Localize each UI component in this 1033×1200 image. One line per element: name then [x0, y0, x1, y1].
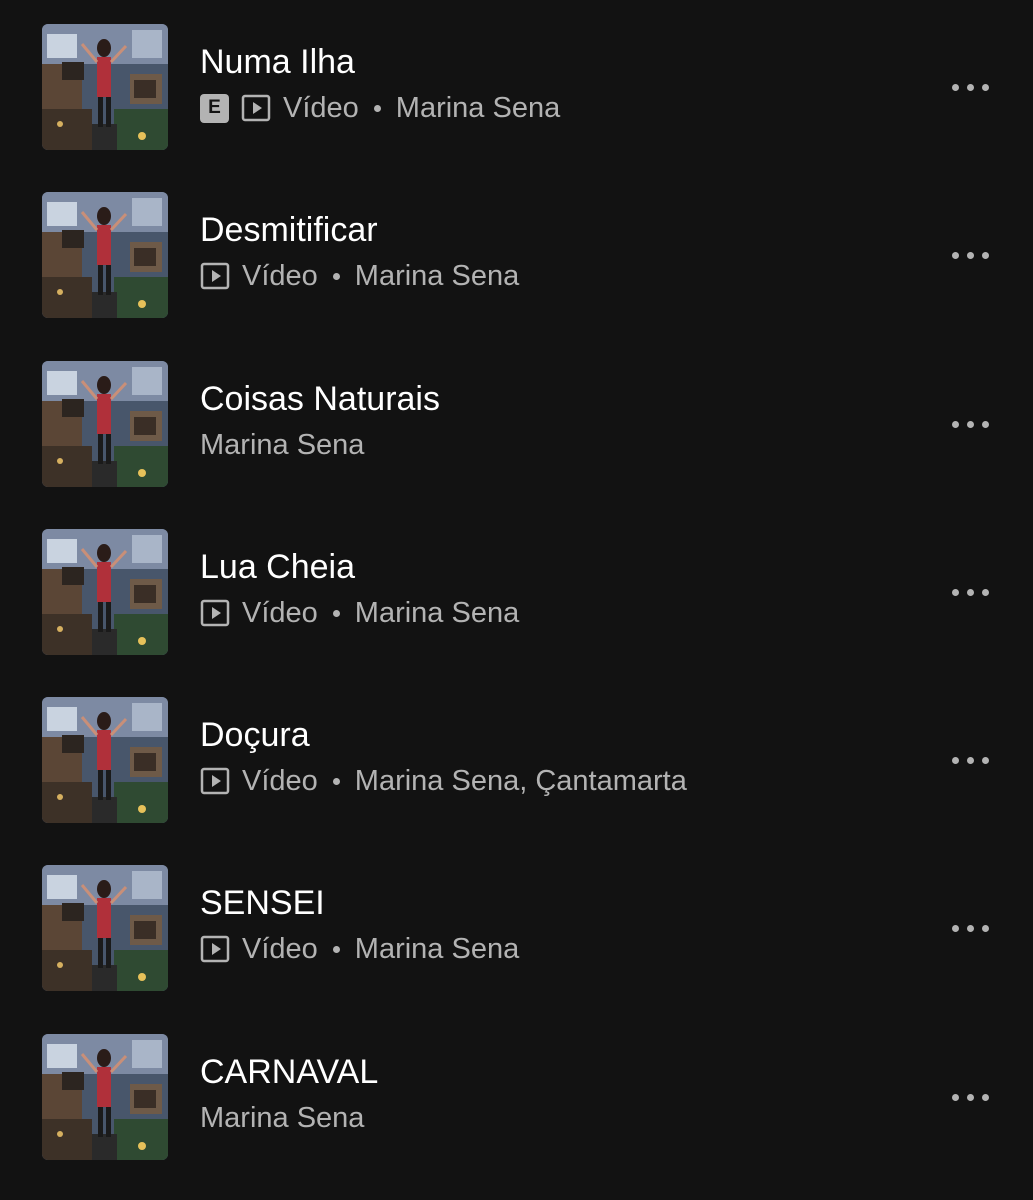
separator-dot — [332, 609, 340, 617]
separator-dot — [373, 104, 381, 112]
dot — [966, 83, 974, 91]
more-options-icon[interactable] — [940, 575, 1000, 609]
track-meta: Vídeo Marina Sena — [200, 929, 900, 969]
dot — [966, 251, 974, 259]
track-info: Coisas Naturais Marina Sena — [200, 377, 900, 465]
dot — [966, 924, 974, 932]
track-info: Desmitificar Vídeo Marina Sena — [200, 208, 900, 296]
track-row[interactable]: Lua Cheia Vídeo Marina Sena — [0, 505, 1033, 673]
track-meta: Marina Sena — [200, 425, 900, 465]
dot — [981, 420, 989, 428]
artist-name[interactable]: Marina Sena — [355, 933, 519, 966]
artist-name[interactable]: Marina Sena — [200, 429, 364, 462]
dot — [951, 756, 959, 764]
dot — [981, 756, 989, 764]
album-cover — [42, 1034, 168, 1160]
album-cover — [42, 529, 168, 655]
track-row[interactable]: Desmitificar Vídeo Marina Sena — [0, 168, 1033, 336]
more-options-icon[interactable] — [940, 70, 1000, 104]
more-options-icon[interactable] — [940, 911, 1000, 945]
video-play-icon — [200, 766, 230, 796]
more-options-icon[interactable] — [940, 238, 1000, 272]
video-play-icon — [241, 93, 271, 123]
video-label: Vídeo — [283, 91, 359, 124]
track-info: Lua Cheia Vídeo Marina Sena — [200, 545, 900, 633]
dot — [966, 1093, 974, 1101]
track-title: SENSEI — [200, 884, 325, 922]
track-list: Numa Ilha E Vídeo Marina Sena Desmitificar… — [0, 0, 1033, 1200]
track-row[interactable]: SENSEI Vídeo Marina Sena — [0, 841, 1033, 1009]
video-label: Vídeo — [242, 932, 318, 965]
dot — [951, 83, 959, 91]
track-title: CARNAVAL — [200, 1053, 379, 1091]
track-meta: Vídeo Marina Sena — [200, 256, 900, 296]
more-options-icon[interactable] — [940, 407, 1000, 441]
track-row[interactable]: Doçura Vídeo Marina Sena, Çantamarta — [0, 673, 1033, 841]
dot — [951, 588, 959, 596]
track-title: Numa Ilha — [200, 43, 355, 81]
album-cover — [42, 865, 168, 991]
dot — [966, 756, 974, 764]
dot — [981, 588, 989, 596]
artist-name[interactable]: Marina Sena — [396, 92, 560, 125]
video-play-icon — [200, 261, 230, 291]
album-cover — [42, 697, 168, 823]
track-meta: Vídeo Marina Sena — [200, 593, 900, 633]
track-title: Lua Cheia — [200, 548, 356, 586]
video-label: Vídeo — [242, 764, 318, 797]
track-info: Numa Ilha E Vídeo Marina Sena — [200, 40, 900, 128]
track-row[interactable]: CARNAVAL Marina Sena — [0, 1010, 1033, 1178]
dot — [951, 420, 959, 428]
dot — [981, 251, 989, 259]
artist-name[interactable]: Marina Sena, Çantamarta — [355, 765, 687, 798]
track-title: Doçura — [200, 716, 310, 754]
dot — [981, 1093, 989, 1101]
track-meta: Marina Sena — [200, 1098, 900, 1138]
track-row[interactable]: Numa Ilha E Vídeo Marina Sena — [0, 0, 1033, 168]
dot — [966, 420, 974, 428]
track-info: CARNAVAL Marina Sena — [200, 1050, 900, 1138]
dot — [981, 924, 989, 932]
dot — [951, 251, 959, 259]
track-meta: Vídeo Marina Sena, Çantamarta — [200, 761, 900, 801]
dot — [966, 588, 974, 596]
album-cover — [42, 24, 168, 150]
video-play-icon — [200, 598, 230, 628]
video-play-icon — [200, 934, 230, 964]
video-label: Vídeo — [242, 259, 318, 292]
track-title: Desmitificar — [200, 211, 378, 249]
dot — [981, 83, 989, 91]
explicit-badge: E — [200, 93, 229, 123]
video-label: Vídeo — [242, 596, 318, 629]
track-title: Coisas Naturais — [200, 380, 440, 418]
separator-dot — [332, 945, 340, 953]
more-options-icon[interactable] — [940, 743, 1000, 777]
more-options-icon[interactable] — [940, 1080, 1000, 1114]
track-info: SENSEI Vídeo Marina Sena — [200, 881, 900, 969]
track-meta: E Vídeo Marina Sena — [200, 88, 900, 128]
album-cover — [42, 361, 168, 487]
dot — [951, 924, 959, 932]
track-row[interactable]: Coisas Naturais Marina Sena — [0, 337, 1033, 505]
artist-name[interactable]: Marina Sena — [355, 597, 519, 630]
artist-name[interactable]: Marina Sena — [200, 1102, 364, 1135]
track-info: Doçura Vídeo Marina Sena, Çantamarta — [200, 713, 900, 801]
album-cover — [42, 192, 168, 318]
artist-name[interactable]: Marina Sena — [355, 260, 519, 293]
dot — [951, 1093, 959, 1101]
separator-dot — [332, 272, 340, 280]
separator-dot — [332, 777, 340, 785]
